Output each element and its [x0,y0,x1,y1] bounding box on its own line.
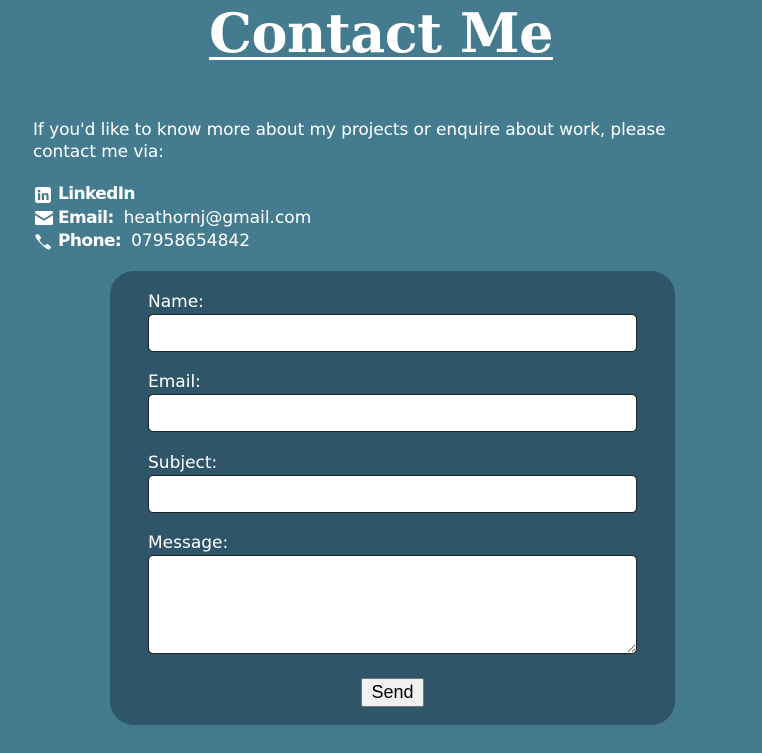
linkedin-link[interactable]: LinkedIn [58,183,136,207]
email-field-label: Email: [148,372,201,392]
contact-list: LinkedIn Email: heathornj@gmail.com Phon… [35,183,311,254]
contact-phone: Phone: 07958654842 [35,230,311,254]
subject-field[interactable] [148,475,637,513]
email-address[interactable]: heathornj@gmail.com [124,207,312,231]
phone-icon [35,233,53,250]
message-field[interactable] [148,555,637,654]
phone-number: 07958654842 [131,231,251,251]
page-title: Contact Me [209,1,553,65]
name-field[interactable] [148,314,637,352]
linkedin-icon [35,186,53,203]
name-label: Name: [148,292,204,312]
contact-email: Email: heathornj@gmail.com [35,207,311,231]
contact-form: Name: Email: Subject: Message: Send [110,271,675,725]
email-field[interactable] [148,394,637,432]
subject-label: Subject: [148,453,218,473]
send-button[interactable]: Send [361,678,424,707]
email-label: Email: [58,207,114,228]
envelope-icon [35,210,53,226]
intro-text: If you'd like to know more about my proj… [33,120,666,162]
message-label: Message: [148,533,229,553]
contact-linkedin[interactable]: LinkedIn [35,183,311,207]
phone-label: Phone: [58,231,122,251]
linkedin-link-text[interactable]: LinkedIn [58,184,136,204]
